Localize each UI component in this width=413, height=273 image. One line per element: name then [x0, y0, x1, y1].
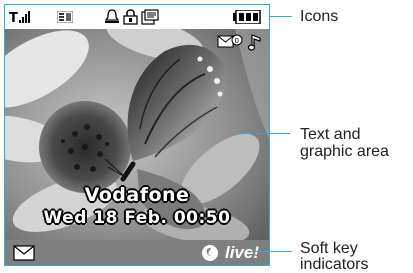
callout-line-softkey [250, 251, 292, 252]
callout-label-icons: Icons [300, 8, 339, 25]
live-softkey-label[interactable]: live! [225, 243, 259, 263]
envelope-icon[interactable] [13, 245, 35, 261]
callout-label-text-graphic-2: graphic area [300, 143, 389, 160]
voice-mail-icon: 0 [217, 34, 243, 48]
date-time: Wed 18 Feb. 00:50 [43, 208, 231, 228]
signal-strength-icon: T [9, 11, 30, 25]
svg-text:0: 0 [235, 37, 239, 45]
callout-line-text-graphic [236, 133, 290, 134]
callout-label-softkey-2: indicators [300, 256, 369, 273]
callout-label-softkey-1: Soft key [300, 240, 358, 257]
softkey-bar: live! [5, 240, 269, 265]
lock-icon [123, 9, 138, 25]
callout-line-icons [270, 16, 292, 17]
operator-name: Vodafone [84, 184, 190, 206]
message-card-icon [141, 9, 159, 25]
phone-screen: T 0 Vodafone Wed 18 Feb. 00:50 live! [4, 4, 270, 266]
alarm-bell-icon [105, 9, 119, 23]
vodafone-logo-icon [202, 245, 218, 261]
svg-text:T: T [9, 11, 18, 25]
battery-icon [233, 10, 261, 24]
3g-icon [57, 11, 73, 23]
callout-label-text-graphic-1: Text and [300, 126, 361, 143]
status-bar: T [5, 5, 269, 29]
music-note-icon [248, 34, 261, 51]
